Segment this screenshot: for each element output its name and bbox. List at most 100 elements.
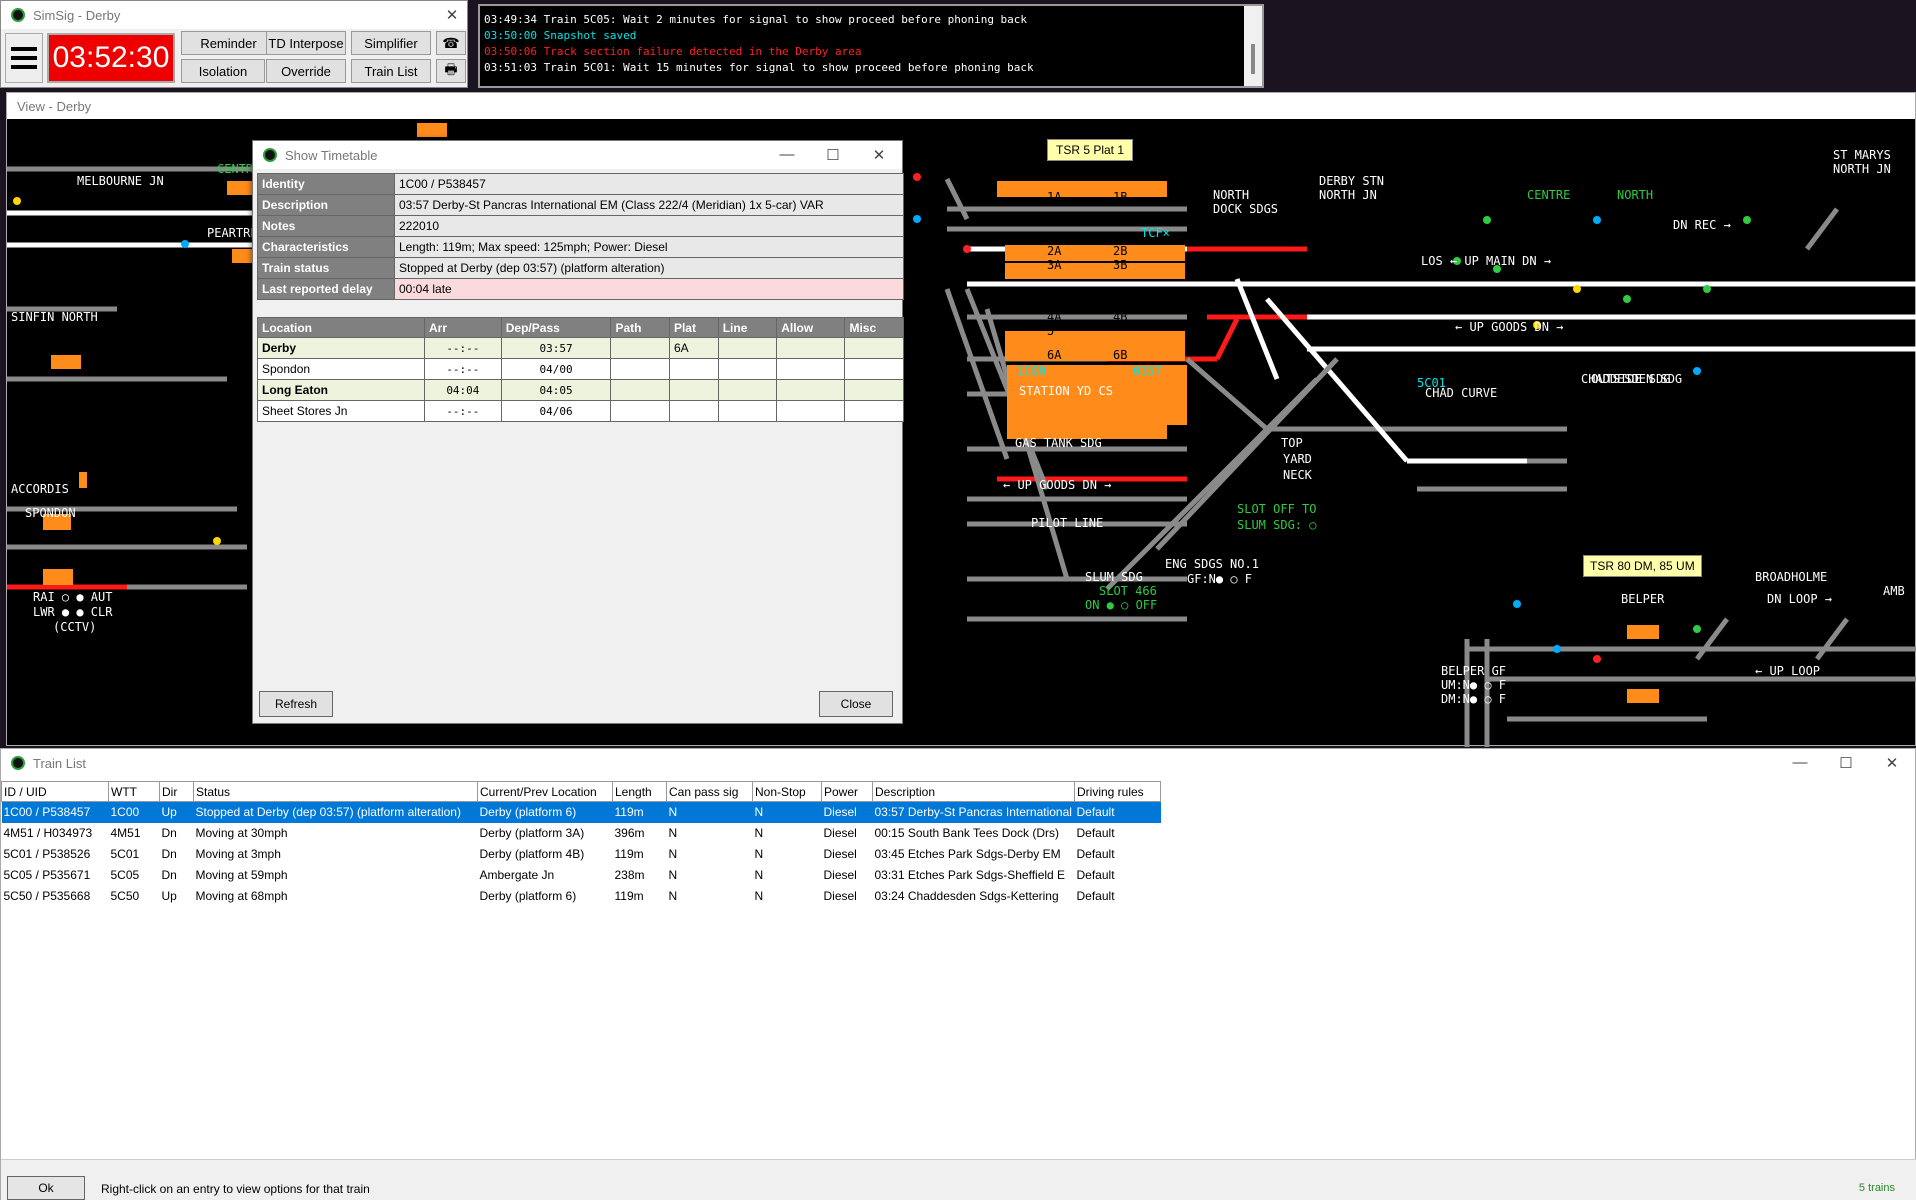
close-icon[interactable]: ✕ [856,146,902,164]
close-button[interactable]: Close [819,691,893,717]
platform-block [1627,689,1659,703]
signal-aspect[interactable] [1703,285,1711,293]
close-icon[interactable]: ✕ [437,6,467,24]
signal-aspect[interactable] [1623,295,1631,303]
train-list-status-bar: Ok Right-click on an entry to view optio… [1,1159,1916,1200]
minimize-icon[interactable]: — [1777,754,1823,772]
train-list-button[interactable]: Train List [351,59,431,83]
simsig-logo-icon [263,148,277,162]
train-list-col-header[interactable]: Length [612,781,667,802]
train-list-col-header[interactable]: Can pass sig [666,781,753,802]
minimize-icon[interactable]: — [764,146,810,164]
train-list-cell: 119m [612,801,667,823]
train-list-col-header[interactable]: Dir [159,781,194,802]
train-list-row[interactable]: 5C05 / P535671 5C05 Dn Moving at 59mph Amber… [2,865,1161,886]
maximize-icon[interactable]: ☐ [1823,754,1869,772]
signal-aspect[interactable] [213,537,221,545]
timetable-col-header[interactable]: Arr [423,317,502,338]
close-icon[interactable]: ✕ [1869,754,1915,772]
timetable-col-header[interactable]: Misc [844,317,904,338]
signal-aspect[interactable] [1573,285,1581,293]
train-list-cell: Derby (platform 6) [477,801,613,823]
signal-aspect[interactable] [181,240,189,248]
signal-aspect[interactable] [1743,216,1751,224]
refresh-button[interactable]: Refresh [259,691,333,717]
signal-aspect[interactable] [1593,655,1601,663]
timetable-row[interactable]: Long Eaton 04:04 04:05 [257,379,904,401]
train-list-cell: Stopped at Derby (dep 03:57) (platform a… [193,801,478,823]
train-list-col-header[interactable]: Current/Prev Location [477,781,613,802]
signal-aspect[interactable] [1483,216,1491,224]
map-label: ← UP GOODS DN → [1003,478,1111,492]
timetable-col-header[interactable]: Location [257,317,425,338]
train-list-row[interactable]: 5C50 / P535668 5C50 Up Moving at 68mph Derby… [2,886,1161,907]
timetable-title: Show Timetable [285,147,378,163]
map-label: NORTH JN [1833,162,1891,176]
reminder-button[interactable]: Reminder [181,31,276,55]
signal-aspect[interactable] [1593,216,1601,224]
timetable-cell-arr: --:-- [423,400,502,422]
signal-aspect[interactable] [963,245,971,253]
timetable-col-header[interactable]: Dep/Pass [500,317,612,338]
train-list-row[interactable]: 5C01 / P538526 5C01 Dn Moving at 3mph Derby … [2,844,1161,865]
map-label: MELBOURNE JN [77,174,164,188]
isolation-button[interactable]: Isolation [181,59,265,83]
timetable-col-header[interactable]: Path [610,317,670,338]
timetable-cell-misc [844,358,904,380]
map-label: NORTH [1617,188,1653,202]
train-list-col-header[interactable]: Driving rules [1074,781,1161,802]
message-line: 03:50:06 Track section failure detected … [484,45,862,58]
printer-icon[interactable]: 🖶 [436,59,466,83]
map-label: NECK [1283,468,1313,482]
platform-block [1005,245,1185,261]
message-log[interactable]: 03:49:34 Train 5C05: Wait 2 minutes for … [478,4,1264,88]
signal-aspect[interactable] [1693,367,1701,375]
train-list-cell: Up [159,801,194,823]
train-list-row[interactable]: 1C00 / P538457 1C00 Up Stopped at Derby (de… [1,801,1161,823]
signal-aspect[interactable] [1033,415,1041,423]
override-button[interactable]: Override [266,59,346,83]
signal-aspect[interactable] [1513,600,1521,608]
main-menu-button[interactable] [5,33,43,83]
message-log-scrollbar[interactable] [1244,6,1262,86]
train-list-cell: 03:24 Chaddesden Sdgs-Kettering [874,889,1059,903]
signal-aspect[interactable] [1553,645,1561,653]
scrollbar-thumb[interactable] [1251,44,1255,74]
train-list-col-header[interactable]: Description [872,781,1075,802]
ok-button[interactable]: Ok [7,1176,85,1200]
simplifier-button[interactable]: Simplifier [351,31,431,55]
sim-clock[interactable]: 03:52:30 [47,33,175,83]
train-list-row[interactable]: 4M51 / H034973 4M51 Dn Moving at 30mph Derby… [2,823,1161,844]
signal-aspect[interactable] [13,197,21,205]
train-list-col-header[interactable]: WTT [108,781,160,802]
platform-block [227,181,255,195]
timetable-row[interactable]: Spondon --:-- 04/00 [257,358,904,380]
timetable-col-header[interactable]: Allow [776,317,846,338]
maximize-icon[interactable]: ☐ [810,146,856,164]
train-list-titlebar: Train List — ☐ ✕ [1,749,1915,777]
timetable-col-header[interactable]: Plat [668,317,719,338]
platform-block [1627,625,1659,639]
hint-text: Right-click on an entry to view options … [101,1182,370,1196]
timetable-cell-allow [776,400,846,422]
tsr-label-belper[interactable]: TSR 80 DM, 85 UM [1583,555,1702,577]
map-label: ST MARYS [1833,148,1891,162]
signal-aspect[interactable] [1693,625,1701,633]
phone-icon[interactable]: ☎ [436,31,466,55]
train-list-col-header[interactable]: Non-Stop [752,781,822,802]
tsr-label-plat1[interactable]: TSR 5 Plat 1 [1047,139,1134,161]
train-list-col-header[interactable]: Power [821,781,873,802]
signal-aspect[interactable] [913,173,921,181]
td-interpose-button[interactable]: TD Interpose [266,31,346,55]
train-list-cell: Diesel [823,847,857,861]
map-label: (CCTV) [53,620,96,634]
timetable-row[interactable]: Sheet Stores Jn --:-- 04/06 [257,400,904,422]
train-list-col-header[interactable]: Status [193,781,478,802]
timetable-row[interactable]: Derby --:-- 03:57 6A [257,337,904,359]
train-list-col-header[interactable]: ID / UID [1,781,109,802]
map-label: 5 [1047,324,1054,338]
timetable-col-header[interactable]: Line [717,317,778,338]
train-list-cell: 5C01 [110,847,140,861]
train-list-table[interactable]: ID / UID WTT Dir Status Current/Prev Locatio… [1,781,1161,907]
signal-aspect[interactable] [913,215,921,223]
